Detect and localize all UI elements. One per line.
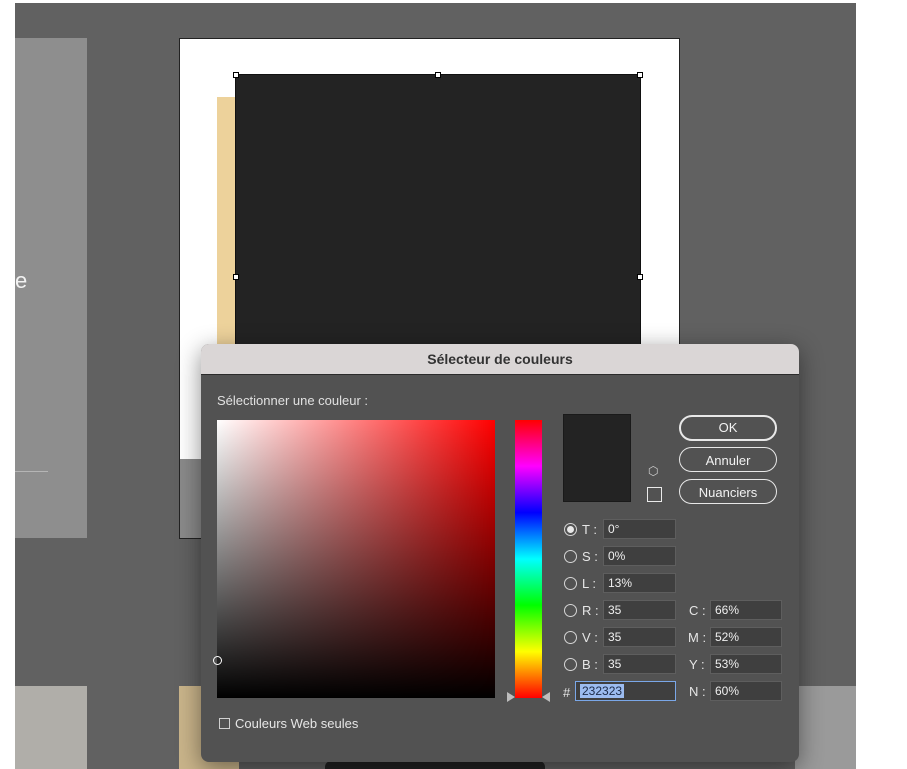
handle-middle-left[interactable]: [233, 274, 239, 280]
label-black: N :: [689, 684, 706, 699]
blue-field[interactable]: 35: [603, 654, 676, 674]
radio-green[interactable]: [564, 631, 577, 644]
label-lightness: L :: [582, 576, 596, 591]
radio-blue[interactable]: [564, 658, 577, 671]
label-yellow: Y :: [689, 657, 705, 672]
selected-frame[interactable]: [235, 74, 641, 376]
label-saturation: S :: [582, 549, 598, 564]
color-field[interactable]: [213, 420, 495, 698]
web-safe-swatch-icon[interactable]: [647, 487, 662, 502]
yellow-field[interactable]: 53%: [710, 654, 782, 674]
current-color-preview: [563, 414, 631, 502]
left-page-thumbnail[interactable]: e: [15, 38, 87, 538]
hex-field[interactable]: 232323: [575, 681, 676, 701]
color-field-cursor[interactable]: [213, 656, 222, 665]
swatches-button[interactable]: Nuanciers: [679, 479, 777, 504]
saturation-field[interactable]: 0%: [603, 546, 676, 566]
lightness-field[interactable]: 13%: [603, 573, 676, 593]
radio-red[interactable]: [564, 604, 577, 617]
web-colors-only-option[interactable]: Couleurs Web seules: [219, 716, 358, 731]
web-colors-only-checkbox[interactable]: [219, 718, 230, 729]
red-field[interactable]: 35: [603, 600, 676, 620]
handle-top-center[interactable]: [435, 72, 441, 78]
label-blue: B :: [582, 657, 598, 672]
hue-slider[interactable]: [515, 420, 542, 698]
select-color-prompt: Sélectionner une couleur :: [217, 393, 369, 408]
handle-middle-right[interactable]: [637, 274, 643, 280]
handle-top-right[interactable]: [637, 72, 643, 78]
radio-hue[interactable]: [564, 523, 577, 536]
radio-saturation[interactable]: [564, 550, 577, 563]
green-field[interactable]: 35: [603, 627, 676, 647]
radio-lightness[interactable]: [564, 577, 577, 590]
hue-field[interactable]: 0°: [603, 519, 676, 539]
magenta-field[interactable]: 52%: [710, 627, 782, 647]
ok-button[interactable]: OK: [679, 415, 777, 441]
label-green: V :: [582, 630, 598, 645]
bottom-thumbnail: [795, 686, 856, 769]
out-of-gamut-cube-icon: ⬡: [648, 464, 659, 478]
label-hex: #: [563, 685, 571, 700]
web-colors-only-label: Couleurs Web seules: [235, 716, 359, 731]
cyan-field[interactable]: 66%: [710, 600, 782, 620]
cancel-button[interactable]: Annuler: [679, 447, 777, 472]
hue-slider-left-arrow[interactable]: [507, 692, 515, 702]
label-cyan: C :: [689, 603, 706, 618]
label-magenta: M :: [688, 630, 707, 645]
label-hue: T :: [582, 522, 597, 537]
label-red: R :: [582, 603, 599, 618]
black-field[interactable]: 60%: [710, 681, 782, 701]
dialog-title: Sélecteur de couleurs: [201, 344, 799, 375]
bottom-thumbnail: [15, 686, 87, 769]
handle-top-left[interactable]: [233, 72, 239, 78]
hue-slider-right-arrow[interactable]: [542, 692, 550, 702]
page-text-fragment: e: [15, 268, 28, 293]
hex-value: 232323: [580, 684, 625, 698]
bottom-thumbnail: [325, 761, 545, 769]
divider-line: [15, 471, 48, 472]
color-picker-dialog: Sélecteur de couleurs Sélectionner une c…: [201, 344, 799, 762]
